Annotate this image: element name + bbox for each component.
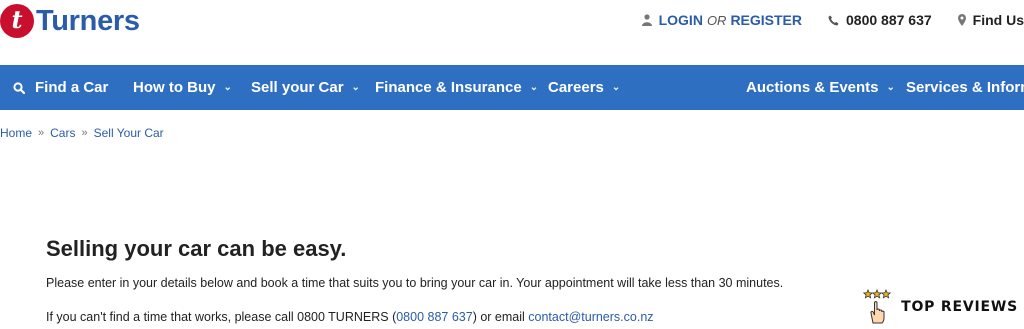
nav-how-to-buy[interactable]: How to Buy ⌄: [133, 79, 232, 96]
intro-text: Please enter in your details below and b…: [46, 276, 784, 290]
nav-finance-insurance[interactable]: Finance & Insurance ⌄: [375, 79, 538, 96]
nav-services-information[interactable]: Services & Informa: [906, 79, 1024, 96]
main-navigation: Find a Car How to Buy ⌄ Sell your Car ⌄ Fi…: [0, 65, 1024, 110]
turners-logo[interactable]: t Turners: [0, 3, 140, 39]
breadcrumb-separator-icon: »: [38, 127, 45, 139]
nav-label: Auctions & Events: [746, 79, 879, 96]
account-links: LOGIN OR REGISTER: [641, 12, 802, 28]
breadcrumb-sell-your-car[interactable]: Sell Your Car: [94, 126, 164, 140]
user-icon: [641, 14, 652, 26]
logo-mark-letter: t: [11, 5, 23, 34]
top-reviews-label: TOP REVIEWS: [901, 299, 1018, 315]
top-reviews-badge[interactable]: TOP REVIEWS: [863, 289, 1018, 325]
login-link[interactable]: LOGIN: [659, 12, 703, 28]
nav-label: Careers: [548, 79, 604, 96]
chevron-down-icon: ⌄: [351, 82, 360, 93]
search-icon: [13, 81, 25, 94]
find-us-label: Find Us: [972, 12, 1024, 28]
nav-label: Sell your Car: [251, 79, 344, 96]
chevron-down-icon: ⌄: [529, 82, 539, 93]
nav-careers[interactable]: Careers ⌄: [548, 79, 620, 96]
breadcrumb-cars[interactable]: Cars: [50, 126, 75, 140]
phone-link[interactable]: 0800 887 637: [828, 12, 932, 28]
help-middle: ) or email: [472, 310, 529, 324]
help-phone-link[interactable]: 0800 887 637: [396, 310, 472, 324]
breadcrumb-home[interactable]: Home: [0, 126, 32, 140]
nav-sell-your-car[interactable]: Sell your Car ⌄: [251, 79, 360, 96]
logo-text: Turners: [36, 4, 140, 37]
map-pin-icon: [957, 14, 966, 26]
nav-auctions-events[interactable]: Auctions & Events ⌄: [746, 79, 895, 96]
help-text: If you can't find a time that works, ple…: [46, 310, 654, 324]
nav-label: Find a Car: [35, 79, 109, 96]
chevron-down-icon: ⌄: [611, 82, 621, 93]
chevron-down-icon: ⌄: [223, 82, 232, 93]
help-email-link[interactable]: contact@turners.co.nz: [528, 310, 653, 324]
phone-number: 0800 887 637: [846, 12, 932, 28]
chevron-down-icon: ⌄: [886, 82, 895, 93]
or-text: OR: [706, 12, 727, 28]
nav-find-a-car[interactable]: Find a Car: [13, 79, 108, 96]
nav-label: How to Buy: [133, 79, 216, 96]
nav-label: Services & Informa: [906, 79, 1024, 96]
stars-hand-icon: [863, 289, 892, 324]
register-link[interactable]: REGISTER: [730, 12, 802, 28]
breadcrumb: Home » Cars » Sell Your Car: [0, 126, 164, 140]
breadcrumb-separator-icon: »: [81, 127, 88, 139]
help-prefix: If you can't find a time that works, ple…: [46, 310, 397, 324]
phone-icon: [828, 15, 839, 25]
find-us-link[interactable]: Find Us: [957, 12, 1024, 28]
logo-mark-icon: t: [0, 4, 34, 38]
nav-label: Finance & Insurance: [375, 79, 522, 96]
page-title: Selling your car can be easy.: [46, 236, 347, 261]
header-utility-links: LOGIN OR REGISTER 0800 887 637 Find Us: [616, 12, 1024, 28]
